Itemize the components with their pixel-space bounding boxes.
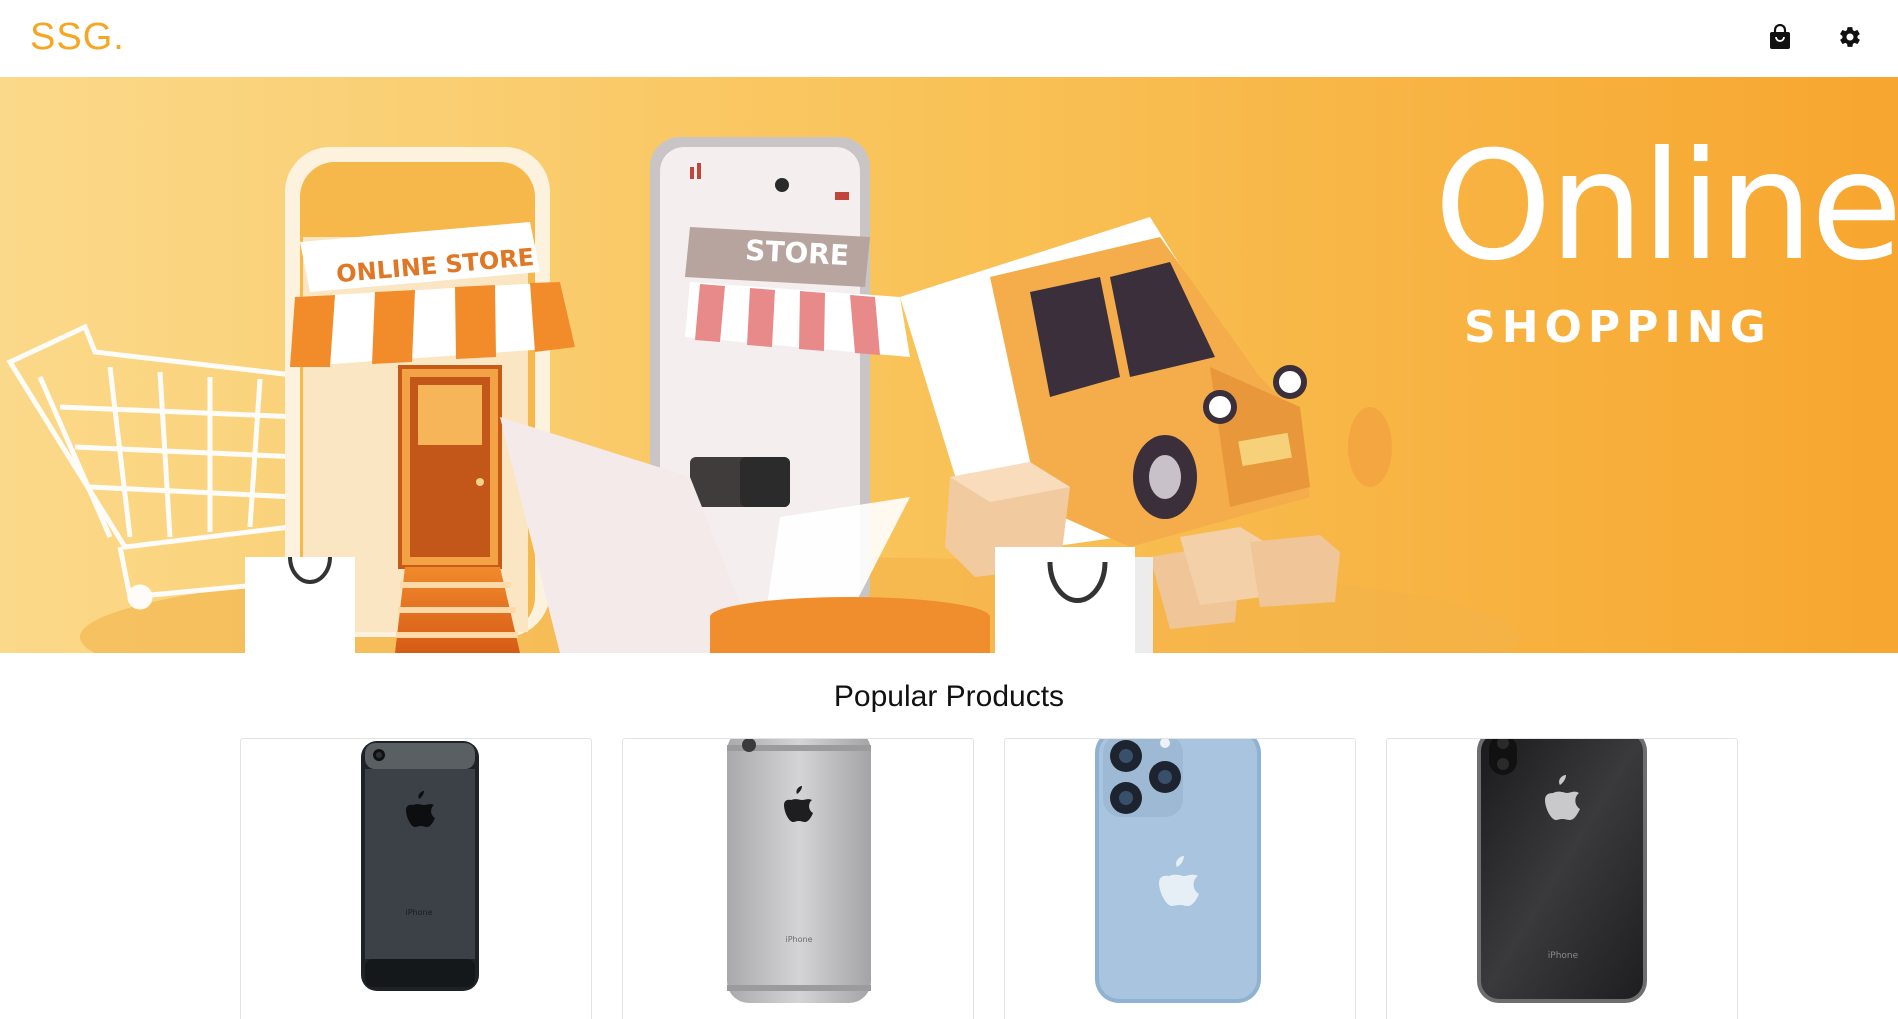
svg-text:iPhone: iPhone xyxy=(1548,951,1579,961)
hero-banner: ONLINE STORE STORE Online. SHOPPING xyxy=(0,77,1898,653)
logo[interactable]: SSG. xyxy=(30,16,125,59)
svg-text:STORE: STORE xyxy=(744,234,849,272)
gear-icon[interactable] xyxy=(1838,24,1864,52)
product-card[interactable]: iPhone xyxy=(1386,738,1738,1019)
product-card[interactable] xyxy=(1004,738,1356,1019)
product-card[interactable]: iPhone xyxy=(622,738,974,1019)
header: SSG. xyxy=(0,0,1898,77)
section-title: Popular Products xyxy=(833,680,1065,713)
product-card[interactable]: iPhone xyxy=(240,738,592,1019)
product-image xyxy=(1095,739,1261,1003)
hero-subtitle: SHOPPING xyxy=(1464,302,1772,353)
svg-text:iPhone: iPhone xyxy=(405,908,432,917)
svg-text:iPhone: iPhone xyxy=(785,935,812,944)
product-image: iPhone xyxy=(361,741,479,991)
product-image: iPhone xyxy=(1477,739,1647,1003)
products-grid: iPhone iPhone iPhone xyxy=(240,738,1738,1019)
hero-title: Online. xyxy=(1434,120,1898,294)
shopping-bag-icon[interactable] xyxy=(1769,23,1795,52)
product-image: iPhone xyxy=(727,739,871,1003)
